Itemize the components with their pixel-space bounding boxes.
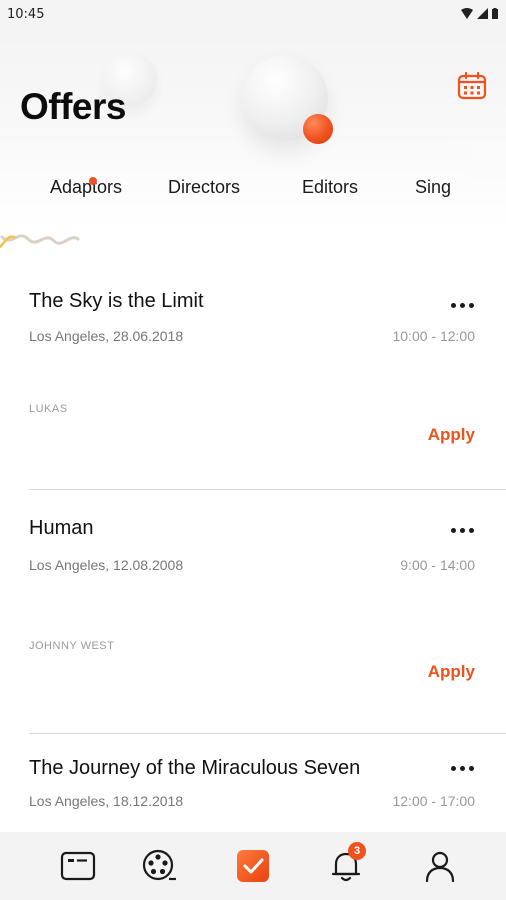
bottom-navigation: 3 xyxy=(0,832,506,900)
apply-button[interactable]: Apply xyxy=(428,425,475,445)
divider xyxy=(29,733,506,734)
tab-editors[interactable]: Editors xyxy=(302,177,358,198)
decorative-ribbon xyxy=(0,234,80,249)
nav-profile[interactable] xyxy=(420,846,460,886)
more-dot xyxy=(459,765,465,771)
tab-adaptors[interactable]: Adaptors xyxy=(50,177,122,198)
id-card-icon xyxy=(60,851,96,881)
status-bar: 10:45 xyxy=(0,0,506,30)
notification-badge: 3 xyxy=(348,842,366,860)
more-options-button[interactable] xyxy=(446,523,478,537)
more-dot xyxy=(468,527,474,533)
offer-time: 10:00 - 12:00 xyxy=(392,328,475,344)
more-options-button[interactable] xyxy=(446,298,478,312)
signal-icon xyxy=(477,8,488,19)
more-dot xyxy=(450,527,456,533)
offer-location-date: Los Angeles, 28.06.2018 xyxy=(29,328,184,344)
nav-profile-card[interactable] xyxy=(58,846,98,886)
offer-person: JOHNNY WEST xyxy=(29,640,115,652)
active-tab-indicator xyxy=(89,177,97,185)
film-reel-icon xyxy=(142,849,176,881)
header xyxy=(0,30,506,230)
more-dot xyxy=(468,302,474,308)
more-dot xyxy=(459,302,465,308)
apply-button[interactable]: Apply xyxy=(428,662,475,682)
decorative-sphere-orange xyxy=(303,114,333,144)
battery-icon xyxy=(492,8,498,19)
category-tabs: Adaptors Directors Editors Sing xyxy=(0,147,506,197)
wifi-icon xyxy=(461,8,473,19)
offer-title: The Sky is the Limit xyxy=(29,290,204,312)
offer-time: 9:00 - 14:00 xyxy=(400,557,475,573)
more-dot xyxy=(450,302,456,308)
nav-film[interactable] xyxy=(139,846,179,886)
offer-location-date: Los Angeles, 12.08.2008 xyxy=(29,557,184,573)
offer-title: Human xyxy=(29,517,94,539)
calendar-icon xyxy=(457,71,487,100)
tab-singers[interactable]: Sing xyxy=(415,177,451,198)
divider xyxy=(29,489,506,490)
calendar-button[interactable] xyxy=(456,70,488,102)
tab-directors[interactable]: Directors xyxy=(168,177,240,198)
more-dot xyxy=(468,765,474,771)
offer-title: The Journey of the Miraculous Seven xyxy=(29,757,361,779)
nav-offers[interactable] xyxy=(233,846,273,886)
more-dot xyxy=(459,527,465,533)
more-dot xyxy=(450,765,456,771)
offer-person: LUKAS xyxy=(29,403,68,415)
user-icon xyxy=(425,851,455,883)
tab-fade-overlay xyxy=(440,140,506,180)
offer-time: 12:00 - 17:00 xyxy=(392,793,475,809)
more-options-button[interactable] xyxy=(446,761,478,775)
status-icons xyxy=(461,8,498,19)
page-title: Offers xyxy=(20,86,126,127)
offer-location-date: Los Angeles, 18.12.2018 xyxy=(29,793,184,809)
status-time: 10:45 xyxy=(7,7,45,22)
checkbox-icon xyxy=(237,850,269,882)
